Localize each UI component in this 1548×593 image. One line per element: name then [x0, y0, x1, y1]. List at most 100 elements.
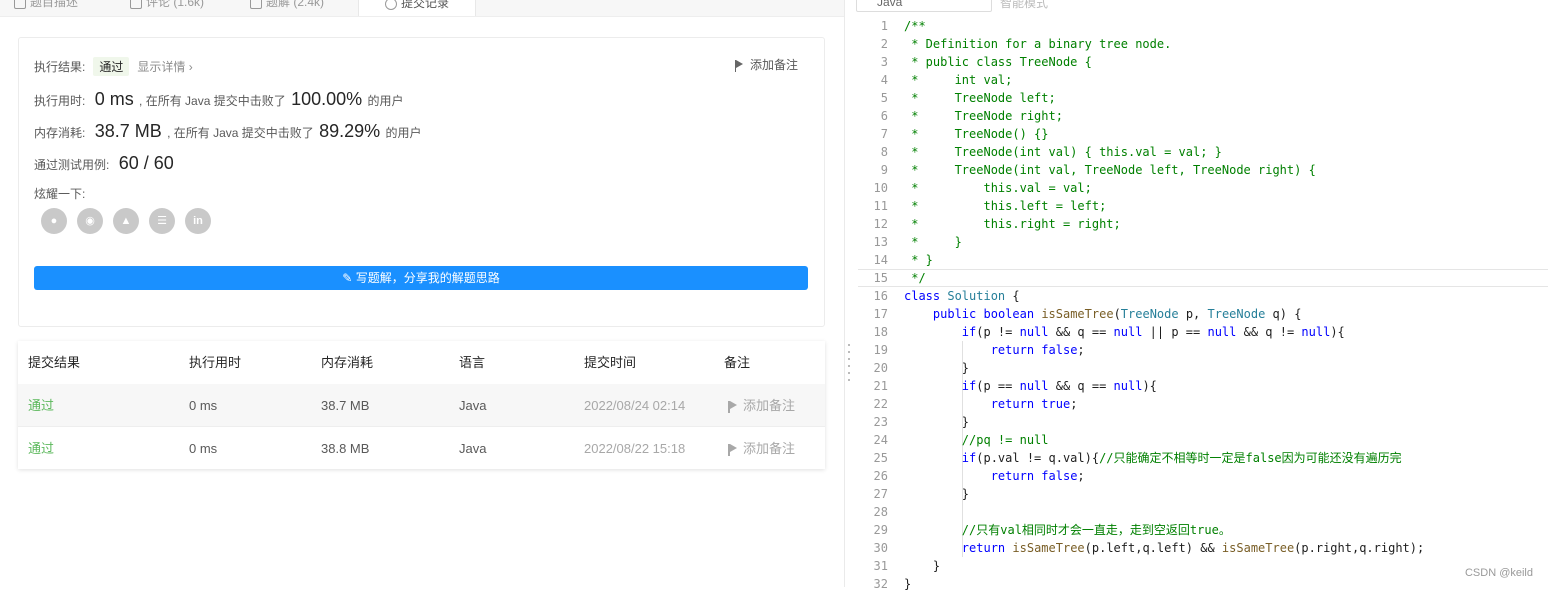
smart-mode-toggle[interactable]: 智能模式 — [1000, 0, 1048, 11]
show-details-link[interactable]: 显示详情 › — [137, 60, 192, 74]
douban-icon[interactable]: ☰ — [149, 208, 175, 234]
table-row[interactable]: 通过 0 ms 38.7 MB Java 2022/08/24 02:14 添加… — [18, 384, 825, 427]
code-line[interactable]: 11 * this.left = left; — [858, 197, 1548, 215]
code-text: } — [904, 361, 970, 375]
code-line[interactable]: 17 public boolean isSameTree(TreeNode p,… — [858, 305, 1548, 323]
line-number: 27 — [873, 487, 888, 501]
submission-status-link[interactable]: 通过 — [28, 384, 54, 427]
tab-submissions[interactable]: 提交记录 — [358, 0, 476, 16]
code-text: * public class TreeNode { — [904, 55, 1092, 69]
code-line[interactable]: 12 * this.right = right; — [858, 215, 1548, 233]
code-line[interactable]: 29 //只有val相同时才会一直走，走到空返回true。 — [858, 521, 1548, 539]
tab-solutions[interactable]: 题解 (2.4k) — [250, 0, 354, 16]
tab-comments[interactable]: 评论 (1.6k) — [130, 0, 240, 16]
line-number: 22 — [873, 397, 888, 411]
runtime-percentile: 100.00% — [291, 89, 363, 109]
code-line[interactable]: 25 if(p.val != q.val){//只能确定不相等时一定是false… — [858, 449, 1548, 467]
line-number: 1 — [880, 19, 888, 33]
line-number: 10 — [873, 181, 888, 195]
watermark: CSDN @keild — [1464, 567, 1533, 579]
code-line[interactable]: 5 * TreeNode left; — [858, 89, 1548, 107]
wechat-icon[interactable]: ● — [41, 208, 67, 234]
line-number: 5 — [880, 91, 888, 105]
result-status-row: 执行结果: 通过 显示详情 › — [34, 57, 193, 76]
code-line[interactable]: 9 * TreeNode(int val, TreeNode left, Tre… — [858, 161, 1548, 179]
line-number: 19 — [873, 343, 888, 357]
code-line[interactable]: 22 return true; — [858, 395, 1548, 413]
code-line[interactable]: 10 * this.val = val; — [858, 179, 1548, 197]
comment-icon — [130, 0, 142, 9]
line-number: 12 — [873, 217, 888, 231]
line-number: 17 — [873, 307, 888, 321]
flag-icon — [734, 60, 744, 73]
code-line[interactable]: 19 return false; — [858, 341, 1548, 359]
code-line[interactable]: 28 — [858, 503, 1548, 521]
table-row[interactable]: 通过 0 ms 38.8 MB Java 2022/08/22 15:18 添加… — [18, 426, 825, 470]
submission-status-link[interactable]: 通过 — [28, 427, 54, 470]
code-text: //只有val相同时才会一直走，走到空返回true。 — [961, 523, 1231, 537]
flag-icon — [728, 401, 737, 414]
code-line[interactable]: 26 return false; — [858, 467, 1548, 485]
row-add-note-button[interactable]: 添加备注 — [728, 384, 795, 427]
tests-row: 通过测试用例: 60 / 60 — [34, 153, 174, 173]
code-line[interactable]: 13 * } — [858, 233, 1548, 251]
weibo-icon[interactable]: ◉ — [77, 208, 103, 234]
linkedin-icon[interactable]: in — [185, 208, 211, 234]
line-number: 21 — [873, 379, 888, 393]
table-header: 提交结果 执行用时 内存消耗 语言 提交时间 备注 — [28, 355, 751, 370]
clock-icon — [385, 0, 397, 10]
code-text: * } — [904, 235, 962, 249]
code-text: * this.left = left; — [904, 199, 1107, 213]
line-number: 2 — [880, 37, 888, 51]
code-line[interactable]: 27 } — [858, 485, 1548, 503]
add-note-button[interactable]: 添加备注 — [734, 56, 798, 73]
code-line[interactable]: 20 } — [858, 359, 1548, 377]
line-number: 24 — [873, 433, 888, 447]
line-number: 14 — [873, 253, 888, 267]
code-line[interactable]: 14 * } — [858, 251, 1548, 269]
row-add-note-button[interactable]: 添加备注 — [728, 427, 795, 470]
write-solution-button[interactable]: ✎ 写题解，分享我的解题思路 — [34, 266, 808, 290]
code-line[interactable]: 7 * TreeNode() {} — [858, 125, 1548, 143]
line-number: 15 — [873, 271, 888, 285]
line-number: 16 — [873, 289, 888, 303]
pane-divider[interactable] — [844, 0, 845, 587]
code-line[interactable]: 15 */ — [858, 269, 1548, 287]
code-editor[interactable]: 1 /** 2 * Definition for a binary tree nod… — [858, 17, 1548, 591]
code-text: * TreeNode(int val) { this.val = val; } — [904, 145, 1222, 159]
code-line[interactable]: 21 if(p == null && q == null){ — [858, 377, 1548, 395]
code-line[interactable]: 8 * TreeNode(int val) { this.val = val; … — [858, 143, 1548, 161]
code-text: * } — [904, 253, 933, 267]
code-text: * TreeNode(int val, TreeNode left, TreeN… — [904, 163, 1316, 177]
status-badge: 通过 — [93, 57, 130, 76]
resize-handle[interactable] — [848, 344, 851, 386]
line-number: 13 — [873, 235, 888, 249]
line-number: 26 — [873, 469, 888, 483]
code-text: return isSameTree(p.left,q.left) && isSa… — [961, 541, 1425, 555]
code-line[interactable]: 30 return isSameTree(p.left,q.left) && i… — [858, 539, 1548, 557]
code-line[interactable]: 6 * TreeNode right; — [858, 107, 1548, 125]
code-line[interactable]: 2 * Definition for a binary tree node. — [858, 35, 1548, 53]
memory-row: 内存消耗: 38.7 MB , 在所有 Java 提交中击败了 89.29% 的… — [34, 121, 422, 141]
code-text: * this.val = val; — [904, 181, 1092, 195]
qq-icon[interactable]: ▲ — [113, 208, 139, 234]
code-text: return false; — [990, 343, 1085, 357]
code-line[interactable]: 31 } — [858, 557, 1548, 575]
code-line[interactable]: 32} — [858, 575, 1548, 593]
code-line[interactable]: 1 /** — [858, 17, 1548, 35]
memory-percentile: 89.29% — [319, 121, 381, 141]
language-select[interactable]: Java — [856, 0, 992, 12]
code-line[interactable]: 4 * int val; — [858, 71, 1548, 89]
line-number: 28 — [873, 505, 888, 519]
line-number: 32 — [873, 577, 888, 591]
code-text: * TreeNode left; — [904, 91, 1056, 105]
line-number: 9 — [880, 163, 888, 177]
code-line[interactable]: 23 } — [858, 413, 1548, 431]
problem-tabs: 题目描述 评论 (1.6k) 题解 (2.4k) 提交记录 — [0, 0, 844, 17]
tab-description[interactable]: 题目描述 — [14, 0, 118, 16]
code-line[interactable]: 18 if(p != null && q == null || p == nul… — [858, 323, 1548, 341]
code-line[interactable]: 24 //pq != null — [858, 431, 1548, 449]
flask-icon — [250, 0, 262, 9]
code-line[interactable]: 16 class Solution { — [858, 287, 1548, 305]
code-line[interactable]: 3 * public class TreeNode { — [858, 53, 1548, 71]
